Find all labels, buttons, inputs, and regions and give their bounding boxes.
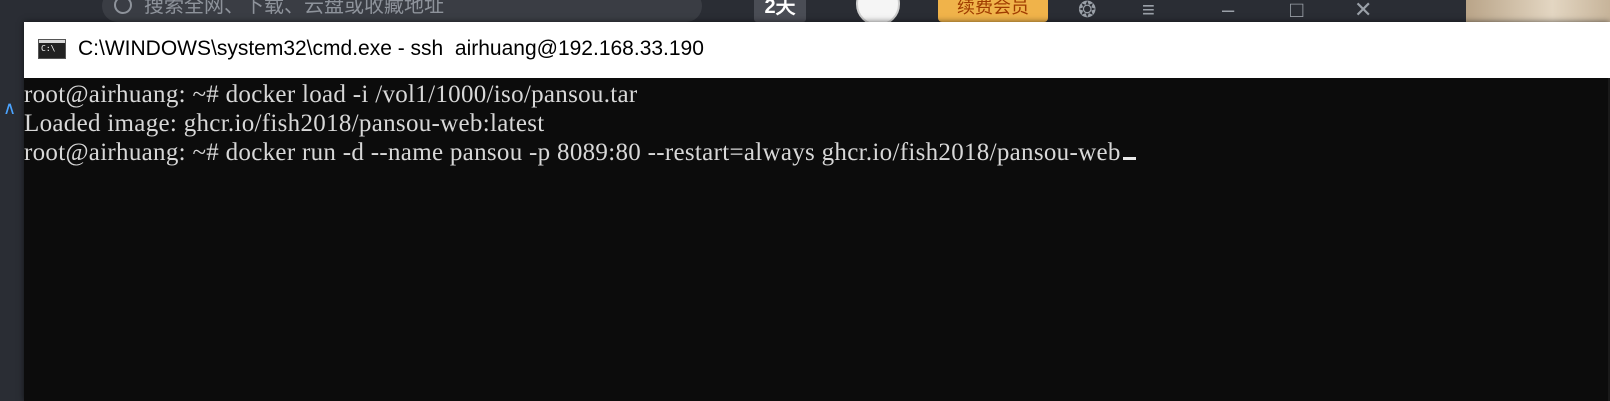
terminal-line: root@airhuang: ~# docker load -i /vol1/1… xyxy=(24,80,1610,109)
menu-icon[interactable]: ≡ xyxy=(1142,0,1155,21)
vip-badge[interactable]: 续费会员 xyxy=(938,0,1048,22)
minimize-icon[interactable]: – xyxy=(1222,0,1234,21)
cmd-icon[interactable] xyxy=(38,39,66,59)
background-app-toolbar: 搜索全网、下载、云盘或收藏地址 2天 续费会员 ❂ ≡ – □ ✕ xyxy=(0,0,1610,24)
screen: 搜索全网、下载、云盘或收藏地址 2天 续费会员 ❂ ≡ – □ ✕ ∧ C:\W… xyxy=(0,0,1610,401)
notification-icon[interactable]: ❂ xyxy=(1078,0,1096,21)
text-cursor xyxy=(1122,157,1136,160)
terminal-line-text: Loaded image: ghcr.io/fish2018/pansou-we… xyxy=(24,110,545,137)
terminal-output[interactable]: root@airhuang: ~# docker load -i /vol1/1… xyxy=(24,78,1610,401)
avatar-icon[interactable] xyxy=(856,0,900,24)
background-photo xyxy=(1466,0,1610,24)
search-icon xyxy=(114,0,132,14)
terminal-line-text: root@airhuang: ~# docker load -i /vol1/1… xyxy=(24,81,638,108)
console-titlebar[interactable]: C:\WINDOWS\system32\cmd.exe - ssh airhua… xyxy=(24,22,1610,78)
background-left-panel: ∧ xyxy=(0,24,24,401)
console-title: C:\WINDOWS\system32\cmd.exe - ssh airhua… xyxy=(78,37,704,60)
background-search-placeholder: 搜索全网、下载、云盘或收藏地址 xyxy=(144,0,444,17)
chevron-up-icon[interactable]: ∧ xyxy=(3,98,16,119)
close-icon[interactable]: ✕ xyxy=(1354,0,1372,21)
background-search-box[interactable]: 搜索全网、下载、云盘或收藏地址 xyxy=(102,0,702,22)
maximize-icon[interactable]: □ xyxy=(1290,0,1303,21)
days-badge[interactable]: 2天 xyxy=(754,0,806,22)
terminal-line-text: root@airhuang: ~# docker run -d --name p… xyxy=(24,139,1121,166)
console-window[interactable]: C:\WINDOWS\system32\cmd.exe - ssh airhua… xyxy=(24,22,1610,401)
terminal-line: Loaded image: ghcr.io/fish2018/pansou-we… xyxy=(24,109,1610,138)
terminal-line: root@airhuang: ~# docker run -d --name p… xyxy=(24,138,1610,167)
